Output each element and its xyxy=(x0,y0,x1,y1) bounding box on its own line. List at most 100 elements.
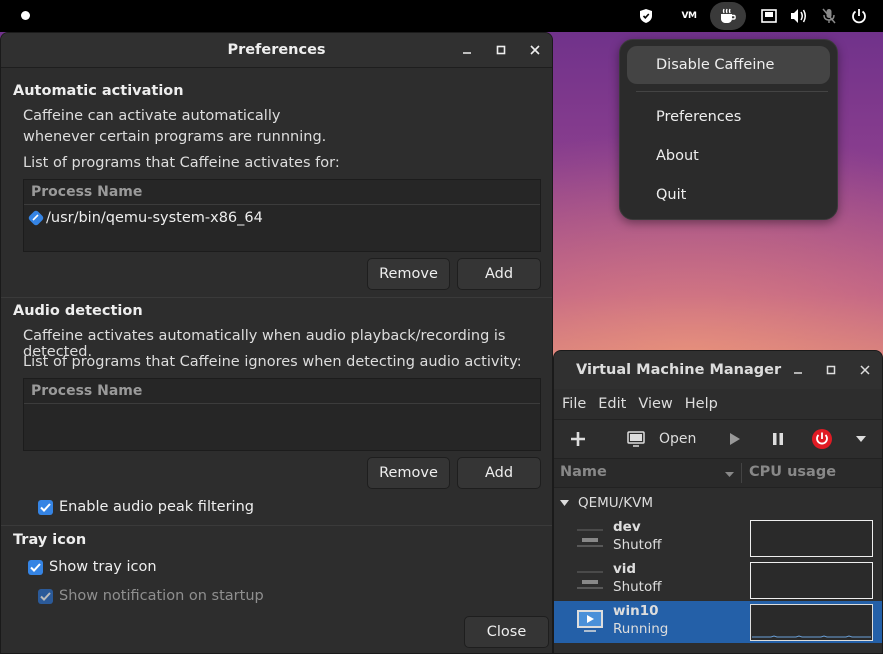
vm-shutoff-icon xyxy=(577,529,603,547)
power-icon[interactable] xyxy=(845,2,873,30)
menu-file[interactable]: File xyxy=(562,396,586,412)
pause-button[interactable] xyxy=(772,420,784,458)
vm-name: vid xyxy=(613,561,637,577)
play-icon xyxy=(730,433,740,445)
name-column-header[interactable]: Name xyxy=(560,464,607,480)
pause-icon xyxy=(773,433,783,445)
cpu-usage-column-header[interactable]: CPU usage xyxy=(749,464,836,480)
network-wired-icon[interactable] xyxy=(755,2,783,30)
virtual-machine-manager-window: Virtual Machine Manager File Edit View H… xyxy=(553,350,883,654)
toolbar: Open xyxy=(554,420,882,459)
connection-label: QEMU/KVM xyxy=(578,495,653,511)
quit-item[interactable]: Quit xyxy=(627,176,830,214)
new-vm-button[interactable] xyxy=(570,420,586,458)
cpu-usage-graph xyxy=(750,562,873,599)
system-tray: VM xyxy=(631,0,883,32)
vm-row-dev[interactable]: dev Shutoff xyxy=(554,517,882,559)
process-name-column-header[interactable]: Process Name xyxy=(24,180,540,205)
monitor-icon xyxy=(627,431,645,447)
auto-add-button[interactable]: Add xyxy=(457,258,541,290)
power-icon xyxy=(812,429,832,449)
plus-icon xyxy=(571,432,585,446)
checkmark-icon xyxy=(28,559,43,575)
auto-description-line1: Caffeine can activate automatically xyxy=(23,108,281,124)
auto-process-list[interactable]: Process Name /usr/bin/qemu-system-x86_64 xyxy=(23,179,541,252)
audio-list-label: List of programs that Caffeine ignores w… xyxy=(23,354,522,370)
shutdown-button[interactable] xyxy=(811,420,833,458)
close-window-button[interactable] xyxy=(853,351,877,389)
minimize-button[interactable] xyxy=(455,33,479,67)
qemu-app-icon xyxy=(28,210,44,226)
shield-icon[interactable] xyxy=(632,2,660,30)
minimize-icon xyxy=(794,372,802,374)
close-button[interactable]: Close xyxy=(464,616,549,648)
section-divider xyxy=(1,297,552,298)
minimize-icon xyxy=(463,52,471,54)
column-divider xyxy=(741,463,742,483)
checkmark-icon xyxy=(38,499,53,515)
audio-ignore-list[interactable]: Process Name xyxy=(23,378,541,451)
run-button[interactable] xyxy=(729,420,741,458)
expander-icon xyxy=(560,500,569,506)
cpu-usage-graph xyxy=(750,520,873,557)
vm-running-icon xyxy=(577,610,603,632)
speaker-icon[interactable] xyxy=(785,2,813,30)
cpu-usage-graph xyxy=(750,604,873,641)
audio-remove-button[interactable]: Remove xyxy=(367,457,450,489)
audio-detection-heading: Audio detection xyxy=(13,303,143,319)
section-divider xyxy=(1,525,552,526)
checkbox-label: Show notification on startup xyxy=(59,588,264,604)
menu-view[interactable]: View xyxy=(638,396,672,412)
close-icon xyxy=(860,365,870,375)
checkbox-label: Enable audio peak filtering xyxy=(59,499,254,515)
vm-row-vid[interactable]: vid Shutoff xyxy=(554,559,882,601)
show-notification-checkbox[interactable]: Show notification on startup xyxy=(38,588,264,604)
vm-name: dev xyxy=(613,519,641,535)
vm-state: Shutoff xyxy=(613,537,662,553)
list-item[interactable]: /usr/bin/qemu-system-x86_64 xyxy=(24,205,540,231)
caffeine-menu: Disable Caffeine Preferences About Quit xyxy=(619,39,838,220)
auto-list-label: List of programs that Caffeine activates… xyxy=(23,155,340,171)
vm-row-win10[interactable]: win10 Running xyxy=(554,601,882,643)
audio-peak-filter-checkbox[interactable]: Enable audio peak filtering xyxy=(38,499,254,515)
minimize-button[interactable] xyxy=(786,351,810,389)
preferences-window: Preferences Automatic activation Caffein… xyxy=(0,32,553,654)
menu-help[interactable]: Help xyxy=(685,396,718,412)
cpu-usage-line xyxy=(752,635,871,638)
maximize-button[interactable] xyxy=(819,351,843,389)
activities-indicator[interactable] xyxy=(21,11,30,20)
tray-icon-heading: Tray icon xyxy=(13,532,87,548)
preferences-item[interactable]: Preferences xyxy=(627,98,830,136)
maximize-button[interactable] xyxy=(489,33,513,67)
vmm-titlebar[interactable]: Virtual Machine Manager xyxy=(554,351,882,389)
auto-description-line2: whenever certain programs are runnning. xyxy=(23,129,327,145)
connection-row[interactable]: QEMU/KVM xyxy=(554,488,882,518)
coffee-cup-icon[interactable] xyxy=(710,2,746,30)
chevron-down-icon xyxy=(856,436,866,442)
about-item[interactable]: About xyxy=(627,137,830,175)
vm-state: Running xyxy=(613,621,669,637)
preferences-titlebar[interactable]: Preferences xyxy=(1,33,552,68)
maximize-icon xyxy=(826,365,836,375)
close-icon xyxy=(530,45,540,55)
menubar: File Edit View Help xyxy=(554,389,882,420)
show-tray-icon-checkbox[interactable]: Show tray icon xyxy=(28,559,157,575)
window-title: Preferences xyxy=(227,42,326,58)
menu-edit[interactable]: Edit xyxy=(598,396,626,412)
top-bar: VM xyxy=(0,0,883,32)
shutdown-menu-button[interactable] xyxy=(856,420,866,458)
audio-add-button[interactable]: Add xyxy=(457,457,541,489)
vm-list-header: Name CPU usage xyxy=(554,459,882,488)
open-button[interactable]: Open xyxy=(627,420,696,458)
automatic-activation-heading: Automatic activation xyxy=(13,83,184,99)
close-window-button[interactable] xyxy=(523,33,547,67)
vm-icon[interactable]: VM xyxy=(675,2,703,30)
disable-caffeine-item[interactable]: Disable Caffeine xyxy=(627,46,830,84)
microphone-muted-icon[interactable] xyxy=(815,2,843,30)
auto-remove-button[interactable]: Remove xyxy=(367,258,450,290)
vm-state: Shutoff xyxy=(613,579,662,595)
process-name-column-header[interactable]: Process Name xyxy=(24,379,540,404)
window-title: Virtual Machine Manager xyxy=(576,362,782,378)
menu-separator xyxy=(636,91,828,92)
sort-chevron-icon xyxy=(725,472,734,477)
